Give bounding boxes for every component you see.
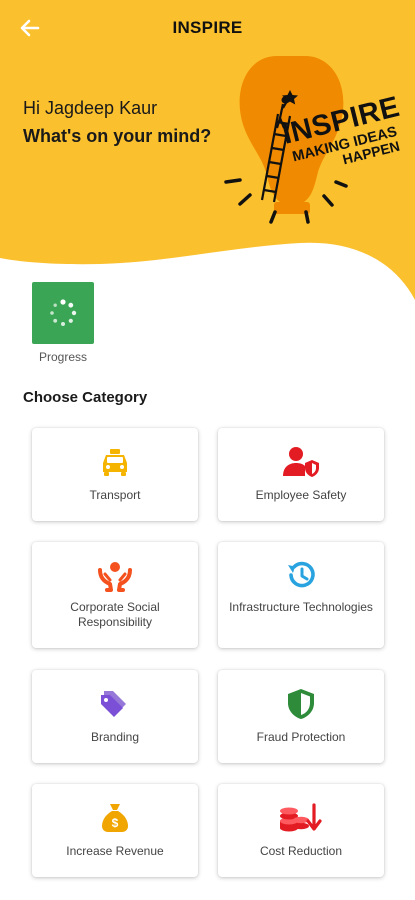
app-bar: INSPIRE <box>0 0 415 56</box>
category-card-branding[interactable]: Branding <box>32 670 198 763</box>
category-label: Infrastructure Technologies <box>229 600 373 614</box>
progress-label: Progress <box>38 350 88 364</box>
category-card-transport[interactable]: Transport <box>32 428 198 521</box>
category-label: Increase Revenue <box>66 844 164 858</box>
taxi-icon <box>103 449 127 476</box>
svg-text:$: $ <box>112 816 119 830</box>
category-label: Fraud Protection <box>256 730 346 744</box>
category-card-infrastructure[interactable]: Infrastructure Technologies <box>218 542 384 648</box>
page-title: INSPIRE <box>172 18 243 37</box>
tags-icon <box>101 691 126 717</box>
shield-icon <box>288 689 314 719</box>
inspire-screen: INSPIRE Hi Jagdeep Kaur What's on your m… <box>0 0 415 900</box>
prompt-question: What's on your mind? <box>23 126 212 146</box>
category-card-increase-revenue[interactable]: $ Increase Revenue <box>32 784 198 877</box>
category-card-cost-reduction[interactable]: Cost Reduction <box>218 784 384 877</box>
category-card-csr[interactable]: Corporate Social Responsibility <box>32 542 198 648</box>
history-icon <box>288 561 315 588</box>
category-label: Corporate Social Responsibility <box>70 600 160 629</box>
category-label: Branding <box>90 730 140 744</box>
inspire-logo: INSPIRE MAKING IDEAS HAPPEN <box>224 56 403 224</box>
hands-heart-icon <box>98 562 132 592</box>
category-label: Transport <box>89 488 141 502</box>
money-bag-icon: $ <box>102 804 128 832</box>
category-card-employee-safety[interactable]: Employee Safety <box>218 428 384 521</box>
category-card-fraud-protection[interactable]: Fraud Protection <box>218 670 384 763</box>
user-shield-icon <box>283 447 319 477</box>
loading-spinner-icon <box>50 299 77 326</box>
greeting-text: Hi Jagdeep Kaur <box>23 98 158 118</box>
category-label: Cost Reduction <box>259 844 343 858</box>
coins-down-icon <box>280 803 322 832</box>
section-title: Choose Category <box>23 389 148 406</box>
progress-button[interactable] <box>32 282 94 344</box>
category-label: Employee Safety <box>255 488 347 502</box>
